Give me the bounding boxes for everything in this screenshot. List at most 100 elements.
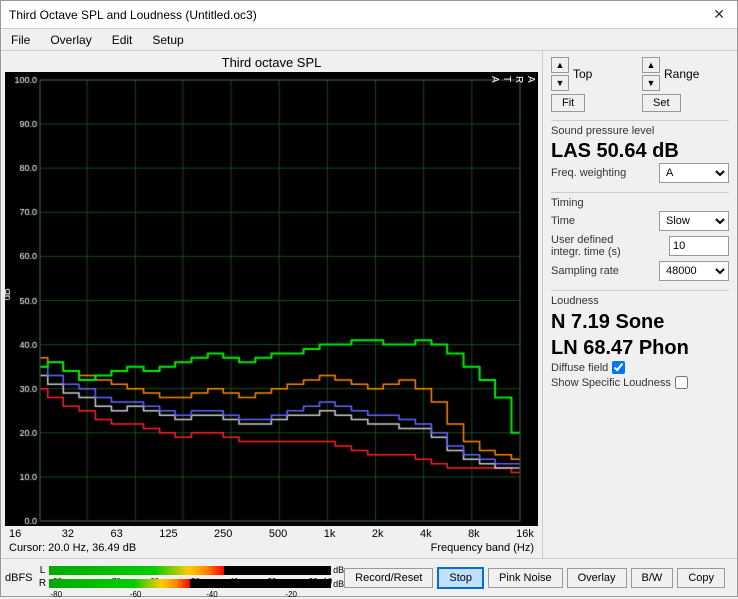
menu-edit[interactable]: Edit [106,32,139,48]
tick-r-60: -60 [130,590,142,599]
r-scale-end: dB [333,579,344,589]
diffuse-field-checkbox[interactable] [612,361,625,374]
cursor-info: Cursor: 20.0 Hz, 36.49 dB [9,542,136,554]
range-nav-col: ▲ ▼ Range Set [642,57,729,112]
arta-label: ARTA [488,76,536,84]
range-label: Range [664,67,699,81]
r-channel-label: R [37,578,49,589]
range-nav-row: ▲ ▼ Range [642,57,729,91]
freq-4k: 4k [420,528,432,540]
freq-63: 63 [110,528,122,540]
close-button[interactable]: ✕ [709,6,729,23]
sampling-rate-select[interactable]: 48000 44100 96000 [659,261,729,281]
top-label: Top [573,67,592,81]
spl-value: LAS 50.64 dB [551,139,729,163]
copy-button[interactable]: Copy [677,568,725,588]
chart-canvas: ARTA [5,72,538,526]
title-bar: Third Octave SPL and Loudness (Untitled.… [1,1,737,29]
show-specific-checkbox[interactable] [675,376,688,389]
freq-8k: 8k [468,528,480,540]
fit-nav-row: Fit [551,94,638,112]
show-specific-row: Show Specific Loudness [551,376,729,389]
range-down-btn[interactable]: ▼ [642,75,660,91]
freq-weighting-select[interactable]: A B C Z [659,163,729,183]
fit-button[interactable]: Fit [551,94,585,112]
set-button[interactable]: Set [642,94,681,112]
dbfs-area: dBFS L dB -90 -70 -60 -50 -40 -30 [5,559,344,596]
db-axis-label: 16 [9,528,21,540]
dbfs-label: dBFS [5,572,33,584]
time-label: Time [551,215,575,227]
freq-125: 125 [159,528,177,540]
timing-label: Timing [551,197,729,209]
user-defined-row: User definedintegr. time (s) [551,234,729,258]
spl-canvas [5,72,538,526]
scale-row-bottom: -80 -60 -40 -20 [51,590,345,591]
time-row: Time Slow Fast Impulse [551,211,729,231]
menu-file[interactable]: File [5,32,36,48]
user-defined-input[interactable] [669,236,729,256]
record-reset-button[interactable]: Record/Reset [344,568,433,588]
top-nav-col: ▲ ▼ Top Fit [551,57,638,112]
spl-section-label: Sound pressure level [551,125,729,137]
sampling-rate-row: Sampling rate 48000 44100 96000 [551,261,729,281]
overlay-button[interactable]: Overlay [567,568,627,588]
freq-1k: 1k [324,528,336,540]
scale-row-top: -90 -70 -60 -50 -40 -30 -20 -10 [51,577,345,578]
l-channel-label: L [37,565,49,576]
freq-weighting-label: Freq. weighting [551,167,626,179]
freq-250: 250 [214,528,232,540]
l-meter-fill [49,566,224,575]
menu-setup[interactable]: Setup [146,32,189,48]
tick-r-80: -80 [51,590,63,599]
menu-bar: File Overlay Edit Setup [1,29,737,51]
time-select[interactable]: Slow Fast Impulse [659,211,729,231]
l-channel-row: L dB [37,565,345,576]
freq-band-label: Frequency band (Hz) [431,542,534,554]
nav-controls: ▲ ▼ Top Fit ▲ ▼ Range [551,57,729,112]
menu-overlay[interactable]: Overlay [44,32,97,48]
timing-section: Timing Time Slow Fast Impulse User defin… [551,192,729,284]
top-up-btn[interactable]: ▲ [551,57,569,73]
freq-labels: 16 32 63 125 250 500 1k 2k 4k 8k 16k [5,528,538,540]
freq-500: 500 [269,528,287,540]
window-title: Third Octave SPL and Loudness (Untitled.… [9,8,257,22]
bottom-controls: Record/Reset Stop Pink Noise Overlay B/W… [344,565,733,591]
main-area: Third octave SPL ARTA 16 32 63 125 250 5… [1,51,737,558]
sampling-rate-label: Sampling rate [551,265,619,277]
set-nav-row: Set [642,94,729,112]
l-scale-end: dB [333,565,344,575]
bottom-bar: dBFS L dB -90 -70 -60 -50 -40 -30 [1,558,737,596]
show-specific-label: Show Specific Loudness [551,377,671,389]
freq-weighting-row: Freq. weighting A B C Z [551,163,729,183]
meter-container: L dB -90 -70 -60 -50 -40 -30 -20 -10 [37,565,345,591]
range-up-btn[interactable]: ▲ [642,57,660,73]
diffuse-field-row: Diffuse field [551,361,729,374]
spl-section: Sound pressure level LAS 50.64 dB Freq. … [551,120,729,186]
n-value: N 7.19 Sone [551,309,729,335]
pink-noise-button[interactable]: Pink Noise [488,568,563,588]
user-defined-label: User definedintegr. time (s) [551,234,621,258]
right-panel: ▲ ▼ Top Fit ▲ ▼ Range [542,51,737,558]
chart-footer: Cursor: 20.0 Hz, 36.49 dB Frequency band… [5,540,538,554]
r-channel-row: R dB [37,578,345,589]
r-meter-bar [49,579,332,588]
main-window: Third Octave SPL and Loudness (Untitled.… [0,0,738,597]
top-nav-row: ▲ ▼ Top [551,57,638,91]
freq-16k: 16k [516,528,534,540]
stop-button[interactable]: Stop [437,567,484,589]
diffuse-field-label: Diffuse field [551,362,608,374]
loudness-section: Loudness N 7.19 Sone LN 68.47 Phon Diffu… [551,290,729,391]
tick-r-40: -40 [206,590,218,599]
tick-r-20: -20 [285,590,297,599]
top-down-btn[interactable]: ▼ [551,75,569,91]
chart-title: Third octave SPL [5,55,538,70]
bw-button[interactable]: B/W [631,568,674,588]
freq-2k: 2k [372,528,384,540]
chart-area: Third octave SPL ARTA 16 32 63 125 250 5… [1,51,542,558]
loudness-label: Loudness [551,295,729,307]
ln-value: LN 68.47 Phon [551,335,729,361]
r-meter-fill [49,579,190,588]
l-meter-bar [49,566,332,575]
freq-32: 32 [62,528,74,540]
